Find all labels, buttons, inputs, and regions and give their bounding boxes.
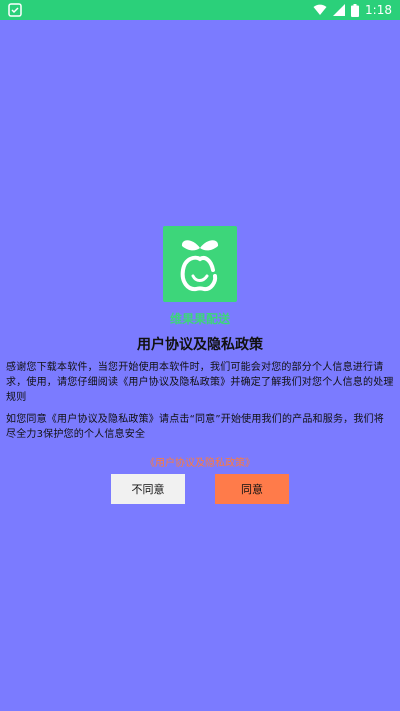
battery-icon xyxy=(351,3,360,17)
apple-icon xyxy=(180,240,219,292)
policy-link[interactable]: 《用户协议及隐私政策》 xyxy=(0,454,400,469)
consent-paragraph: 如您同意《用户协议及隐私政策》请点击“同意”开始使用我们的产品和服务，我们将尽全… xyxy=(6,414,384,440)
signal-icon xyxy=(333,4,346,16)
app-notification-icon xyxy=(8,3,22,17)
app-logo xyxy=(163,226,237,302)
intro-paragraph: 感谢您下载本软件，当您开始使用本软件时，我们可能会对您的部分个人信息进行请求，使… xyxy=(6,362,394,403)
app-name: 维果果配送 xyxy=(169,312,230,326)
status-time: 1:18 xyxy=(365,3,392,17)
wifi-icon xyxy=(313,4,327,16)
agree-button[interactable]: 同意 xyxy=(215,474,289,504)
dialog-title: 用户协议及隐私政策 xyxy=(137,337,263,353)
disagree-button[interactable]: 不同意 xyxy=(111,474,185,504)
status-bar: 1:18 xyxy=(0,0,400,20)
